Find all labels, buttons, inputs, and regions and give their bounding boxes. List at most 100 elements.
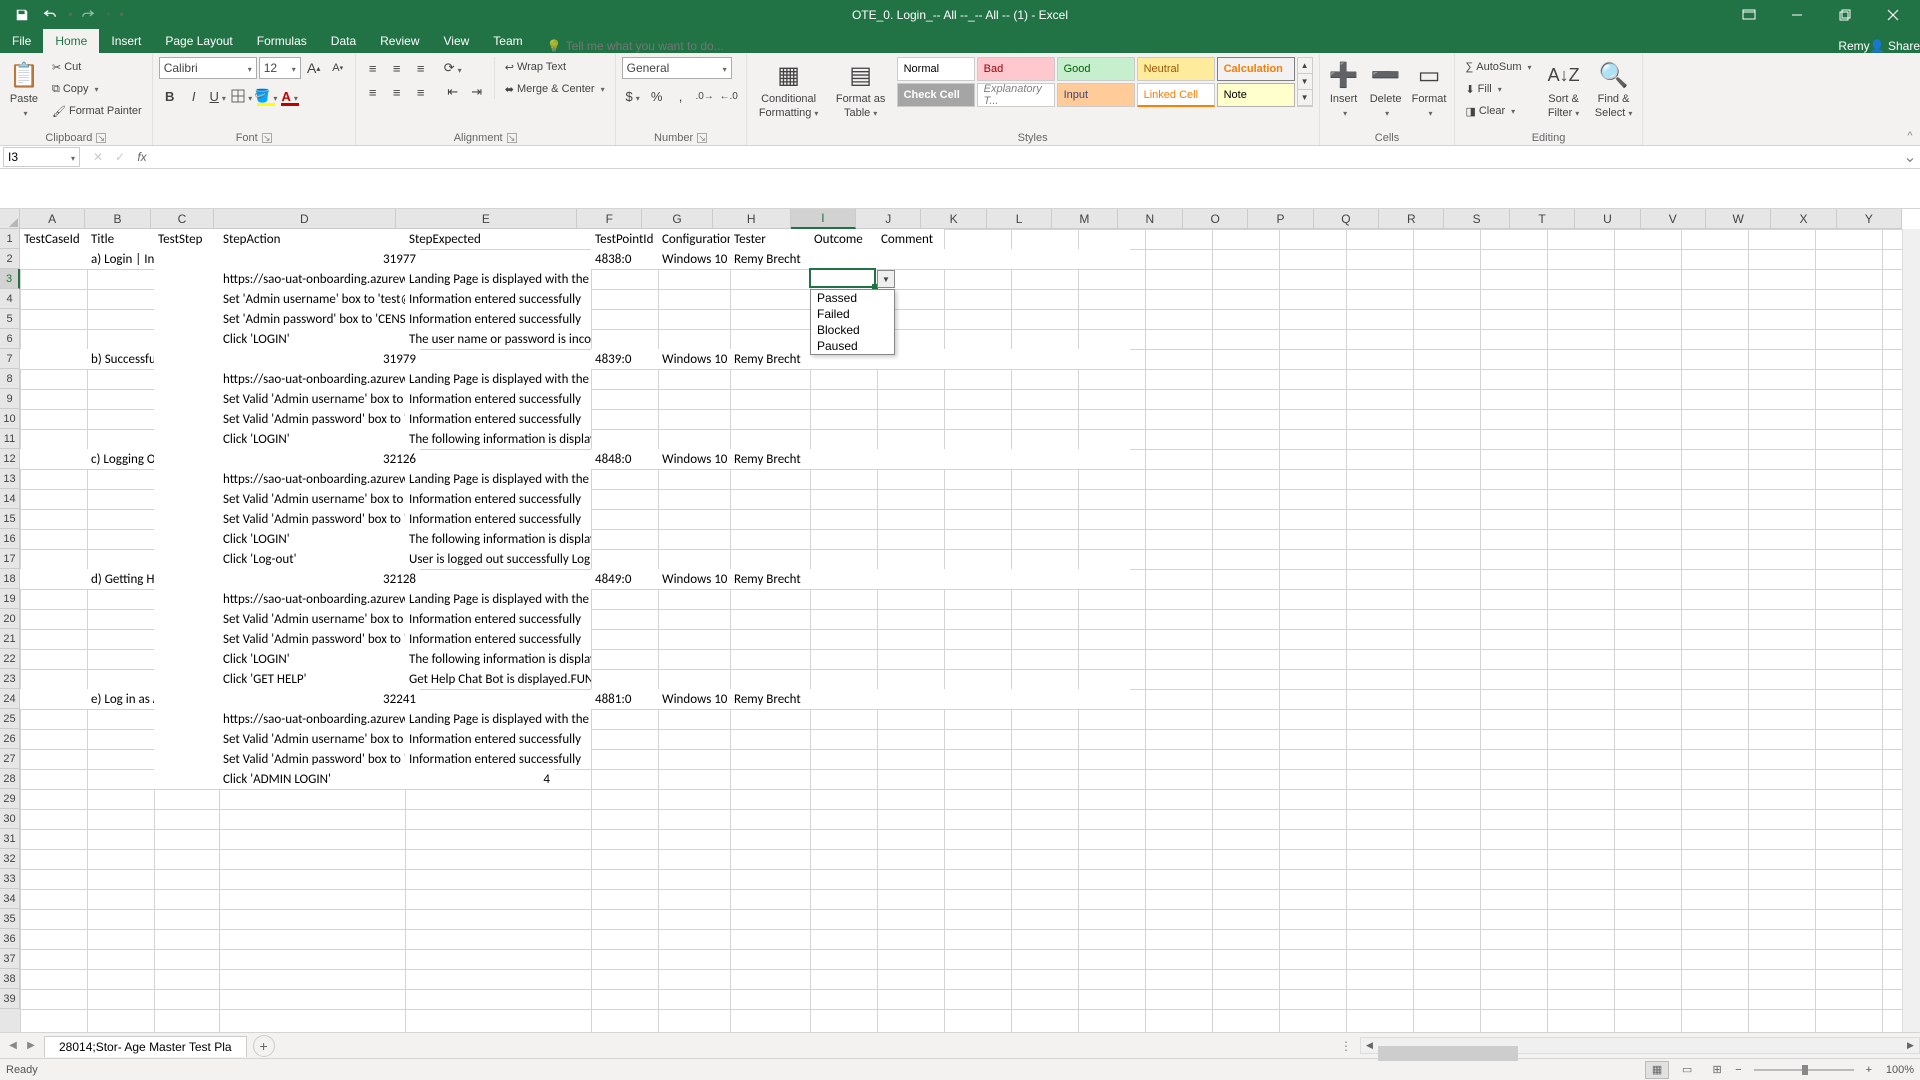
delete-cells-button[interactable]: ➖Delete	[1368, 57, 1404, 121]
cell-style-calculation[interactable]: Calculation	[1217, 57, 1295, 81]
column-header-W[interactable]: W	[1706, 209, 1771, 229]
cell-D16[interactable]: Click 'LOGIN'	[219, 529, 405, 549]
sort-filter-button[interactable]: A↓ZSort &Filter	[1542, 57, 1586, 121]
row-header-37[interactable]: 37	[0, 949, 20, 969]
insert-function-button[interactable]: fx	[131, 147, 153, 167]
column-header-Q[interactable]: Q	[1314, 209, 1379, 229]
cell-D23[interactable]: Click 'GET HELP'	[219, 669, 405, 689]
cell-B18[interactable]: d) Getting Help	[87, 569, 154, 589]
row-header-28[interactable]: 28	[0, 769, 20, 789]
row-header-22[interactable]: 22	[0, 649, 20, 669]
row-header-13[interactable]: 13	[0, 469, 20, 489]
column-header-H[interactable]: H	[713, 209, 791, 229]
hscroll-left-button[interactable]: ◀	[1361, 1038, 1378, 1053]
cell-I1[interactable]: Outcome	[810, 229, 877, 249]
zoom-out-button[interactable]: −	[1735, 1064, 1741, 1076]
cell-A24[interactable]: 32241	[20, 689, 420, 709]
row-header-30[interactable]: 30	[0, 809, 20, 829]
cell-H2[interactable]: Remy Brecht	[730, 249, 1130, 269]
zoom-slider-thumb[interactable]	[1802, 1065, 1808, 1075]
insert-cells-button[interactable]: ➕Insert	[1326, 57, 1362, 121]
share-button[interactable]: 👤 Share	[1870, 39, 1920, 53]
tell-me[interactable]: 💡	[535, 39, 766, 53]
gallery-down-button[interactable]: ▼	[1298, 74, 1312, 90]
row-header-12[interactable]: 12	[0, 449, 20, 469]
fill-color-button[interactable]: 🪣	[255, 85, 277, 107]
gallery-up-button[interactable]: ▲	[1298, 58, 1312, 74]
cell-D5[interactable]: Set 'Admin password' box to 'CENSORED	[219, 309, 405, 329]
accounting-format-button[interactable]: $	[622, 85, 644, 107]
align-bottom-button[interactable]: ≡	[410, 57, 432, 79]
column-header-C[interactable]: C	[151, 209, 214, 229]
cells-viewport[interactable]: TestCaseIdTitleTestStepStepActionStepExp…	[20, 229, 1902, 1032]
zoom-slider[interactable]	[1754, 1069, 1854, 1071]
cell-B1[interactable]: Title	[87, 229, 154, 249]
horizontal-scrollbar[interactable]: ◀ ▶	[1360, 1037, 1920, 1054]
cell-D6[interactable]: Click 'LOGIN'	[219, 329, 405, 349]
tab-team[interactable]: Team	[481, 29, 534, 53]
cell-D22[interactable]: Click 'LOGIN'	[219, 649, 405, 669]
cell-D21[interactable]: Set Valid 'Admin password' box to 'CENSO…	[219, 629, 405, 649]
cell-A7[interactable]: 31979	[20, 349, 420, 369]
gallery-more-button[interactable]: ▼	[1298, 90, 1312, 106]
tab-data[interactable]: Data	[319, 29, 368, 53]
tab-home[interactable]: Home	[43, 29, 99, 53]
cell-A18[interactable]: 32128	[20, 569, 420, 589]
merge-center-button[interactable]: ⬌Merge & Center	[501, 79, 609, 99]
column-header-P[interactable]: P	[1248, 209, 1313, 229]
font-color-button[interactable]: A	[279, 85, 301, 107]
bold-button[interactable]: B	[159, 85, 181, 107]
cell-D10[interactable]: Set Valid 'Admin password' box to 'CENSO…	[219, 409, 405, 429]
cell-D8[interactable]: https://sao-uat-onboarding.azurewebsites	[219, 369, 405, 389]
cell-H12[interactable]: Remy Brecht	[730, 449, 1130, 469]
expand-formula-bar-button[interactable]: ⌄	[1900, 147, 1920, 167]
row-header-27[interactable]: 27	[0, 749, 20, 769]
column-header-T[interactable]: T	[1510, 209, 1575, 229]
collapse-ribbon-button[interactable]: ^	[1900, 53, 1920, 145]
tab-view[interactable]: View	[432, 29, 482, 53]
row-header-29[interactable]: 29	[0, 789, 20, 809]
align-top-button[interactable]: ≡	[362, 57, 384, 79]
cell-E1[interactable]: StepExpected	[405, 229, 591, 249]
column-header-A[interactable]: A	[20, 209, 85, 229]
row-header-4[interactable]: 4	[0, 289, 20, 309]
name-box[interactable]: I3	[3, 147, 80, 167]
cell-style-normal[interactable]: Normal	[897, 57, 975, 81]
format-cells-button[interactable]: ▭Format	[1410, 57, 1449, 121]
column-header-B[interactable]: B	[85, 209, 150, 229]
select-all-corner[interactable]	[0, 209, 20, 229]
find-select-button[interactable]: 🔍Find &Select	[1592, 57, 1636, 121]
row-header-25[interactable]: 25	[0, 709, 20, 729]
row-header-33[interactable]: 33	[0, 869, 20, 889]
format-painter-button[interactable]: 🖌Format Painter	[48, 101, 146, 121]
sheet-tab-active[interactable]: 28014;Stor- Age Master Test Pla	[44, 1036, 247, 1057]
increase-font-button[interactable]: A▴	[303, 57, 325, 79]
row-header-5[interactable]: 5	[0, 309, 20, 329]
decrease-indent-button[interactable]: ⇤	[442, 81, 464, 103]
align-left-button[interactable]: ≡	[362, 81, 384, 103]
cell-style-bad[interactable]: Bad	[977, 57, 1055, 81]
cell-B24[interactable]: e) Log in as Admin	[87, 689, 154, 709]
row-header-18[interactable]: 18	[0, 569, 20, 589]
cell-D9[interactable]: Set Valid 'Admin username' box to 'admin	[219, 389, 405, 409]
row-header-17[interactable]: 17	[0, 549, 20, 569]
row-header-14[interactable]: 14	[0, 489, 20, 509]
column-header-Y[interactable]: Y	[1837, 209, 1902, 229]
column-header-J[interactable]: J	[856, 209, 921, 229]
signed-in-user[interactable]: Remy	[1838, 39, 1869, 53]
hscroll-right-button[interactable]: ▶	[1902, 1038, 1919, 1053]
cell-E15[interactable]: Information entered successfully	[405, 509, 591, 529]
fill-button[interactable]: ⬇Fill	[1461, 79, 1535, 99]
column-header-S[interactable]: S	[1444, 209, 1509, 229]
align-right-button[interactable]: ≡	[410, 81, 432, 103]
cell-E5[interactable]: Information entered successfully	[405, 309, 591, 329]
column-header-E[interactable]: E	[396, 209, 577, 229]
column-header-N[interactable]: N	[1118, 209, 1183, 229]
number-format-select[interactable]: General	[622, 57, 732, 79]
cell-E21[interactable]: Information entered successfully	[405, 629, 591, 649]
align-center-button[interactable]: ≡	[386, 81, 408, 103]
sheet-tab-split-handle[interactable]: ⋮	[1334, 1039, 1360, 1053]
normal-view-button[interactable]: ▦	[1645, 1061, 1669, 1079]
maximize-button[interactable]	[1822, 0, 1868, 29]
column-header-G[interactable]: G	[642, 209, 712, 229]
